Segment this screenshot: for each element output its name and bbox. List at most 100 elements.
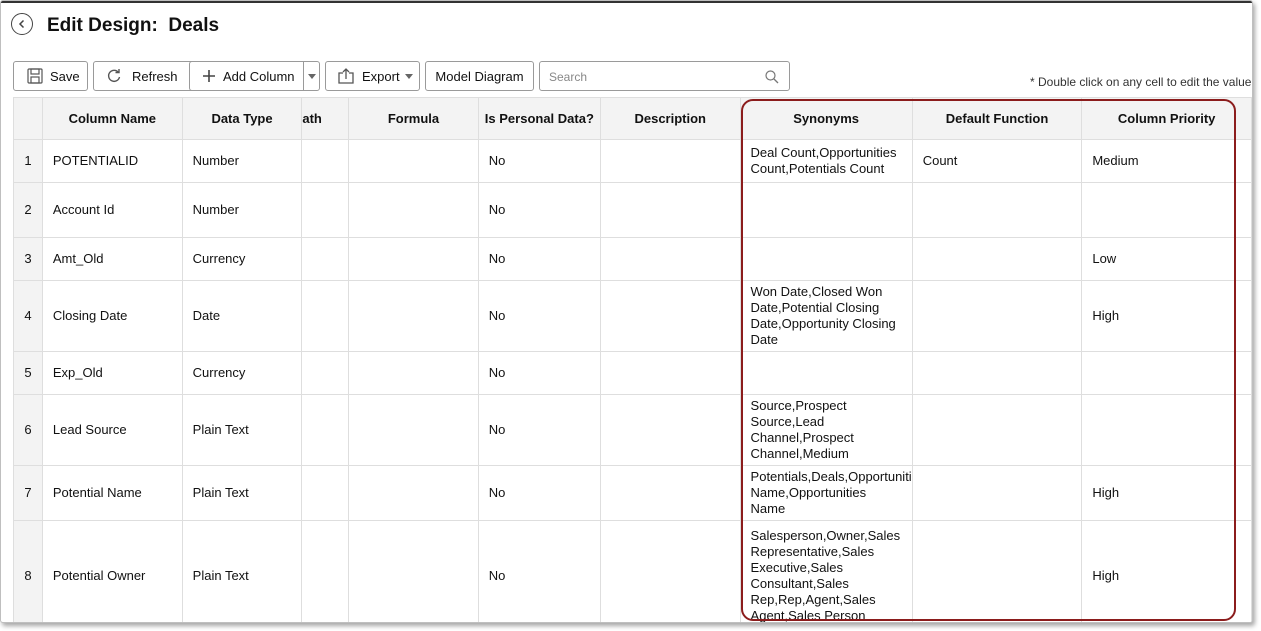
header-path[interactable]: ath [301, 97, 350, 140]
cell-is-personal-data[interactable]: No [477, 394, 601, 466]
cell-formula[interactable] [348, 182, 479, 238]
cell-is-personal-data[interactable]: No [477, 182, 601, 238]
cell-synonyms[interactable]: Won Date,Closed Won Date,Potential Closi… [739, 280, 913, 352]
cell-synonyms[interactable]: Deal Count,Opportunities Count,Potential… [739, 139, 913, 183]
cell-path[interactable] [301, 465, 350, 521]
cell-default-function[interactable] [911, 182, 1083, 238]
cell-is-personal-data[interactable]: No [477, 351, 601, 395]
cell-default-function[interactable]: Count [911, 139, 1083, 183]
header-default-function[interactable]: Default Function [911, 97, 1083, 140]
cell-default-function[interactable] [911, 351, 1083, 395]
cell-path[interactable] [301, 139, 350, 183]
cell-path[interactable] [301, 394, 350, 466]
cell-path[interactable] [301, 520, 350, 622]
cell-column-priority[interactable]: Low [1081, 237, 1252, 281]
search-icon[interactable] [765, 70, 779, 84]
header-column-priority[interactable]: Column Priority [1081, 97, 1252, 140]
header-is-personal-data[interactable]: Is Personal Data? [477, 97, 601, 140]
cell-data-type[interactable]: Plain Text [181, 520, 303, 622]
cell-data-type[interactable]: Number [181, 139, 303, 183]
table-row[interactable]: 2 Account Id Number No [13, 182, 1252, 238]
table-row[interactable]: 8 Potential Owner Plain Text No Salesperson,… [13, 520, 1252, 622]
back-button[interactable] [11, 13, 33, 35]
cell-path[interactable] [301, 351, 350, 395]
cell-synonyms[interactable] [739, 351, 913, 395]
table-row[interactable]: 5 Exp_Old Currency No [13, 351, 1252, 395]
cell-description[interactable] [599, 394, 741, 466]
cell-data-type[interactable]: Plain Text [181, 394, 303, 466]
row-number: 1 [13, 139, 43, 183]
cell-default-function[interactable] [911, 280, 1083, 352]
cell-description[interactable] [599, 280, 741, 352]
cell-column-name[interactable]: Closing Date [41, 280, 183, 352]
header-column-name[interactable]: Column Name [41, 97, 183, 140]
model-diagram-button[interactable]: Model Diagram [425, 61, 534, 91]
cell-column-name[interactable]: Potential Name [41, 465, 183, 521]
save-button[interactable]: Save [13, 61, 88, 91]
cell-description[interactable] [599, 237, 741, 281]
header-data-type[interactable]: Data Type [181, 97, 303, 140]
cell-default-function[interactable] [911, 465, 1083, 521]
cell-is-personal-data[interactable]: No [477, 520, 601, 622]
cell-is-personal-data[interactable]: No [477, 237, 601, 281]
cell-column-name[interactable]: Amt_Old [41, 237, 183, 281]
table-row[interactable]: 3 Amt_Old Currency No Low [13, 237, 1252, 281]
cell-column-priority[interactable]: Medium [1081, 139, 1252, 183]
cell-column-name[interactable]: POTENTIALID [41, 139, 183, 183]
cell-column-priority[interactable] [1081, 351, 1252, 395]
cell-column-priority[interactable]: High [1081, 465, 1252, 521]
cell-formula[interactable] [348, 465, 479, 521]
table-row[interactable]: 7 Potential Name Plain Text No Potentials,De… [13, 465, 1252, 521]
cell-default-function[interactable] [911, 394, 1083, 466]
cell-column-priority[interactable]: High [1081, 280, 1252, 352]
refresh-button[interactable]: Refresh [93, 61, 195, 91]
table-row[interactable]: 6 Lead Source Plain Text No Source,Prospect … [13, 394, 1252, 466]
cell-formula[interactable] [348, 280, 479, 352]
back-arrow-icon [18, 19, 25, 29]
cell-path[interactable] [301, 182, 350, 238]
cell-column-priority[interactable]: High [1081, 520, 1252, 622]
add-column-button[interactable]: Add Column [189, 61, 304, 91]
cell-column-name[interactable]: Account Id [41, 182, 183, 238]
cell-description[interactable] [599, 520, 741, 622]
cell-path[interactable] [301, 237, 350, 281]
header-formula[interactable]: Formula [348, 97, 479, 140]
cell-data-type[interactable]: Currency [181, 351, 303, 395]
cell-is-personal-data[interactable]: No [477, 139, 601, 183]
table-row[interactable]: 1 POTENTIALID Number No Deal Count,Opportuni… [13, 139, 1252, 183]
cell-column-name[interactable]: Exp_Old [41, 351, 183, 395]
cell-formula[interactable] [348, 351, 479, 395]
cell-description[interactable] [599, 139, 741, 183]
cell-column-priority[interactable] [1081, 394, 1252, 466]
cell-description[interactable] [599, 182, 741, 238]
cell-is-personal-data[interactable]: No [477, 465, 601, 521]
cell-synonyms[interactable]: Source,Prospect Source,Lead Channel,Pros… [739, 394, 913, 466]
cell-synonyms[interactable] [739, 237, 913, 281]
table-row[interactable]: 4 Closing Date Date No Won Date,Closed Won D… [13, 280, 1252, 352]
cell-data-type[interactable]: Currency [181, 237, 303, 281]
cell-data-type[interactable]: Date [181, 280, 303, 352]
cell-formula[interactable] [348, 520, 479, 622]
cell-formula[interactable] [348, 394, 479, 466]
cell-data-type[interactable]: Plain Text [181, 465, 303, 521]
cell-description[interactable] [599, 465, 741, 521]
header-synonyms[interactable]: Synonyms [739, 97, 913, 140]
export-button[interactable]: Export [325, 61, 420, 91]
cell-path[interactable] [301, 280, 350, 352]
cell-default-function[interactable] [911, 520, 1083, 622]
search-input[interactable] [549, 68, 759, 86]
header-description[interactable]: Description [599, 97, 741, 140]
cell-synonyms[interactable]: Potentials,Deals,Opportuniti Name,Opport… [739, 465, 913, 521]
add-column-dropdown[interactable] [303, 61, 320, 91]
cell-column-name[interactable]: Lead Source [41, 394, 183, 466]
cell-column-name[interactable]: Potential Owner [41, 520, 183, 622]
cell-column-priority[interactable] [1081, 182, 1252, 238]
cell-synonyms[interactable] [739, 182, 913, 238]
cell-description[interactable] [599, 351, 741, 395]
cell-formula[interactable] [348, 237, 479, 281]
cell-default-function[interactable] [911, 237, 1083, 281]
cell-data-type[interactable]: Number [181, 182, 303, 238]
cell-formula[interactable] [348, 139, 479, 183]
cell-is-personal-data[interactable]: No [477, 280, 601, 352]
cell-synonyms[interactable]: Salesperson,Owner,Sales Representative,S… [739, 520, 913, 622]
